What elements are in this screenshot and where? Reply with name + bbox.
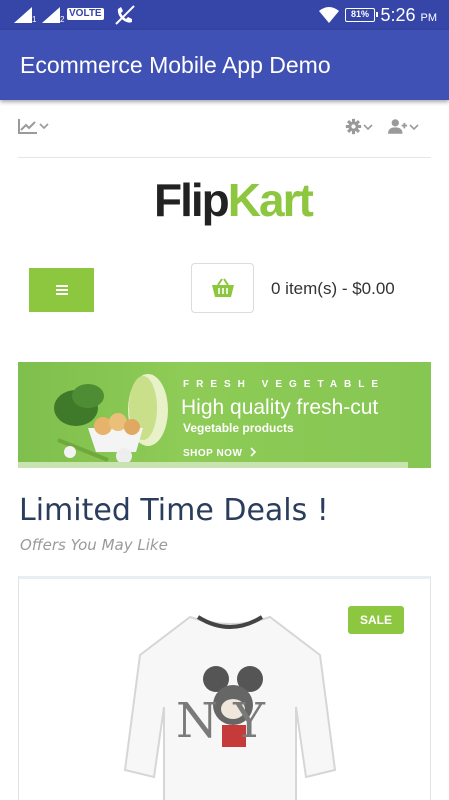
promo-banner[interactable]: FRESH VEGETABLE High quality fresh-cut V… — [18, 362, 431, 468]
banner-kicker: FRESH VEGETABLE — [183, 379, 386, 390]
compare-dropdown[interactable] — [18, 118, 50, 134]
clock-time: 5:26 — [380, 5, 416, 25]
vegetable-basket-image — [54, 374, 168, 464]
banner-slider-bar — [18, 462, 408, 468]
sweater-print-text: N Y — [176, 693, 266, 749]
hamburger-icon — [55, 285, 68, 295]
logo-text: FlipKart — [154, 173, 314, 227]
banner-subtitle: Vegetable products — [183, 421, 294, 435]
chevron-down-icon — [363, 123, 373, 130]
chevron-down-icon — [409, 123, 419, 130]
account-dropdown[interactable] — [388, 118, 420, 135]
top-toolbar — [18, 112, 431, 158]
battery-indicator: 81% — [345, 8, 378, 22]
wifi-icon — [319, 7, 339, 23]
clock-ampm: PM — [420, 12, 438, 24]
sale-badge: SALE — [348, 606, 404, 634]
app-bar: Ecommerce Mobile App Demo — [0, 30, 449, 100]
line-chart-icon — [18, 119, 37, 134]
cart-button[interactable] — [191, 263, 254, 313]
sim1-label: 1 — [32, 15, 37, 24]
menu-button[interactable] — [29, 268, 94, 312]
user-plus-icon — [388, 119, 408, 134]
signal-icon — [42, 7, 60, 23]
shop-now-link[interactable]: SHOP NOW — [183, 448, 242, 459]
signal-icon — [14, 7, 32, 23]
store-logo[interactable]: FlipKart — [154, 173, 314, 226]
clock: 5:26 PM — [380, 5, 437, 26]
chevron-down-icon — [39, 123, 49, 130]
sim2-label: 2 — [60, 15, 65, 24]
section-subtitle: Offers You May Like — [20, 536, 168, 554]
chevron-right-icon — [250, 447, 257, 457]
no-call-icon — [115, 5, 135, 25]
gear-icon — [345, 118, 362, 135]
logo-text-dark: Flip — [154, 174, 230, 226]
banner-headline: High quality fresh-cut — [181, 396, 379, 419]
status-bar: 1 2 VOLTE 81% 5:26 PM — [0, 0, 449, 30]
product-image[interactable]: N Y — [110, 595, 350, 800]
app-title: Ecommerce Mobile App Demo — [20, 52, 331, 78]
section-title: Limited Time Deals ! — [19, 493, 329, 528]
volte-badge: VOLTE — [67, 8, 104, 20]
logo-text-green: Kart — [227, 174, 314, 226]
cart-summary[interactable]: 0 item(s) - $0.00 — [271, 279, 395, 299]
basket-icon — [211, 278, 234, 297]
settings-dropdown[interactable] — [345, 118, 374, 135]
